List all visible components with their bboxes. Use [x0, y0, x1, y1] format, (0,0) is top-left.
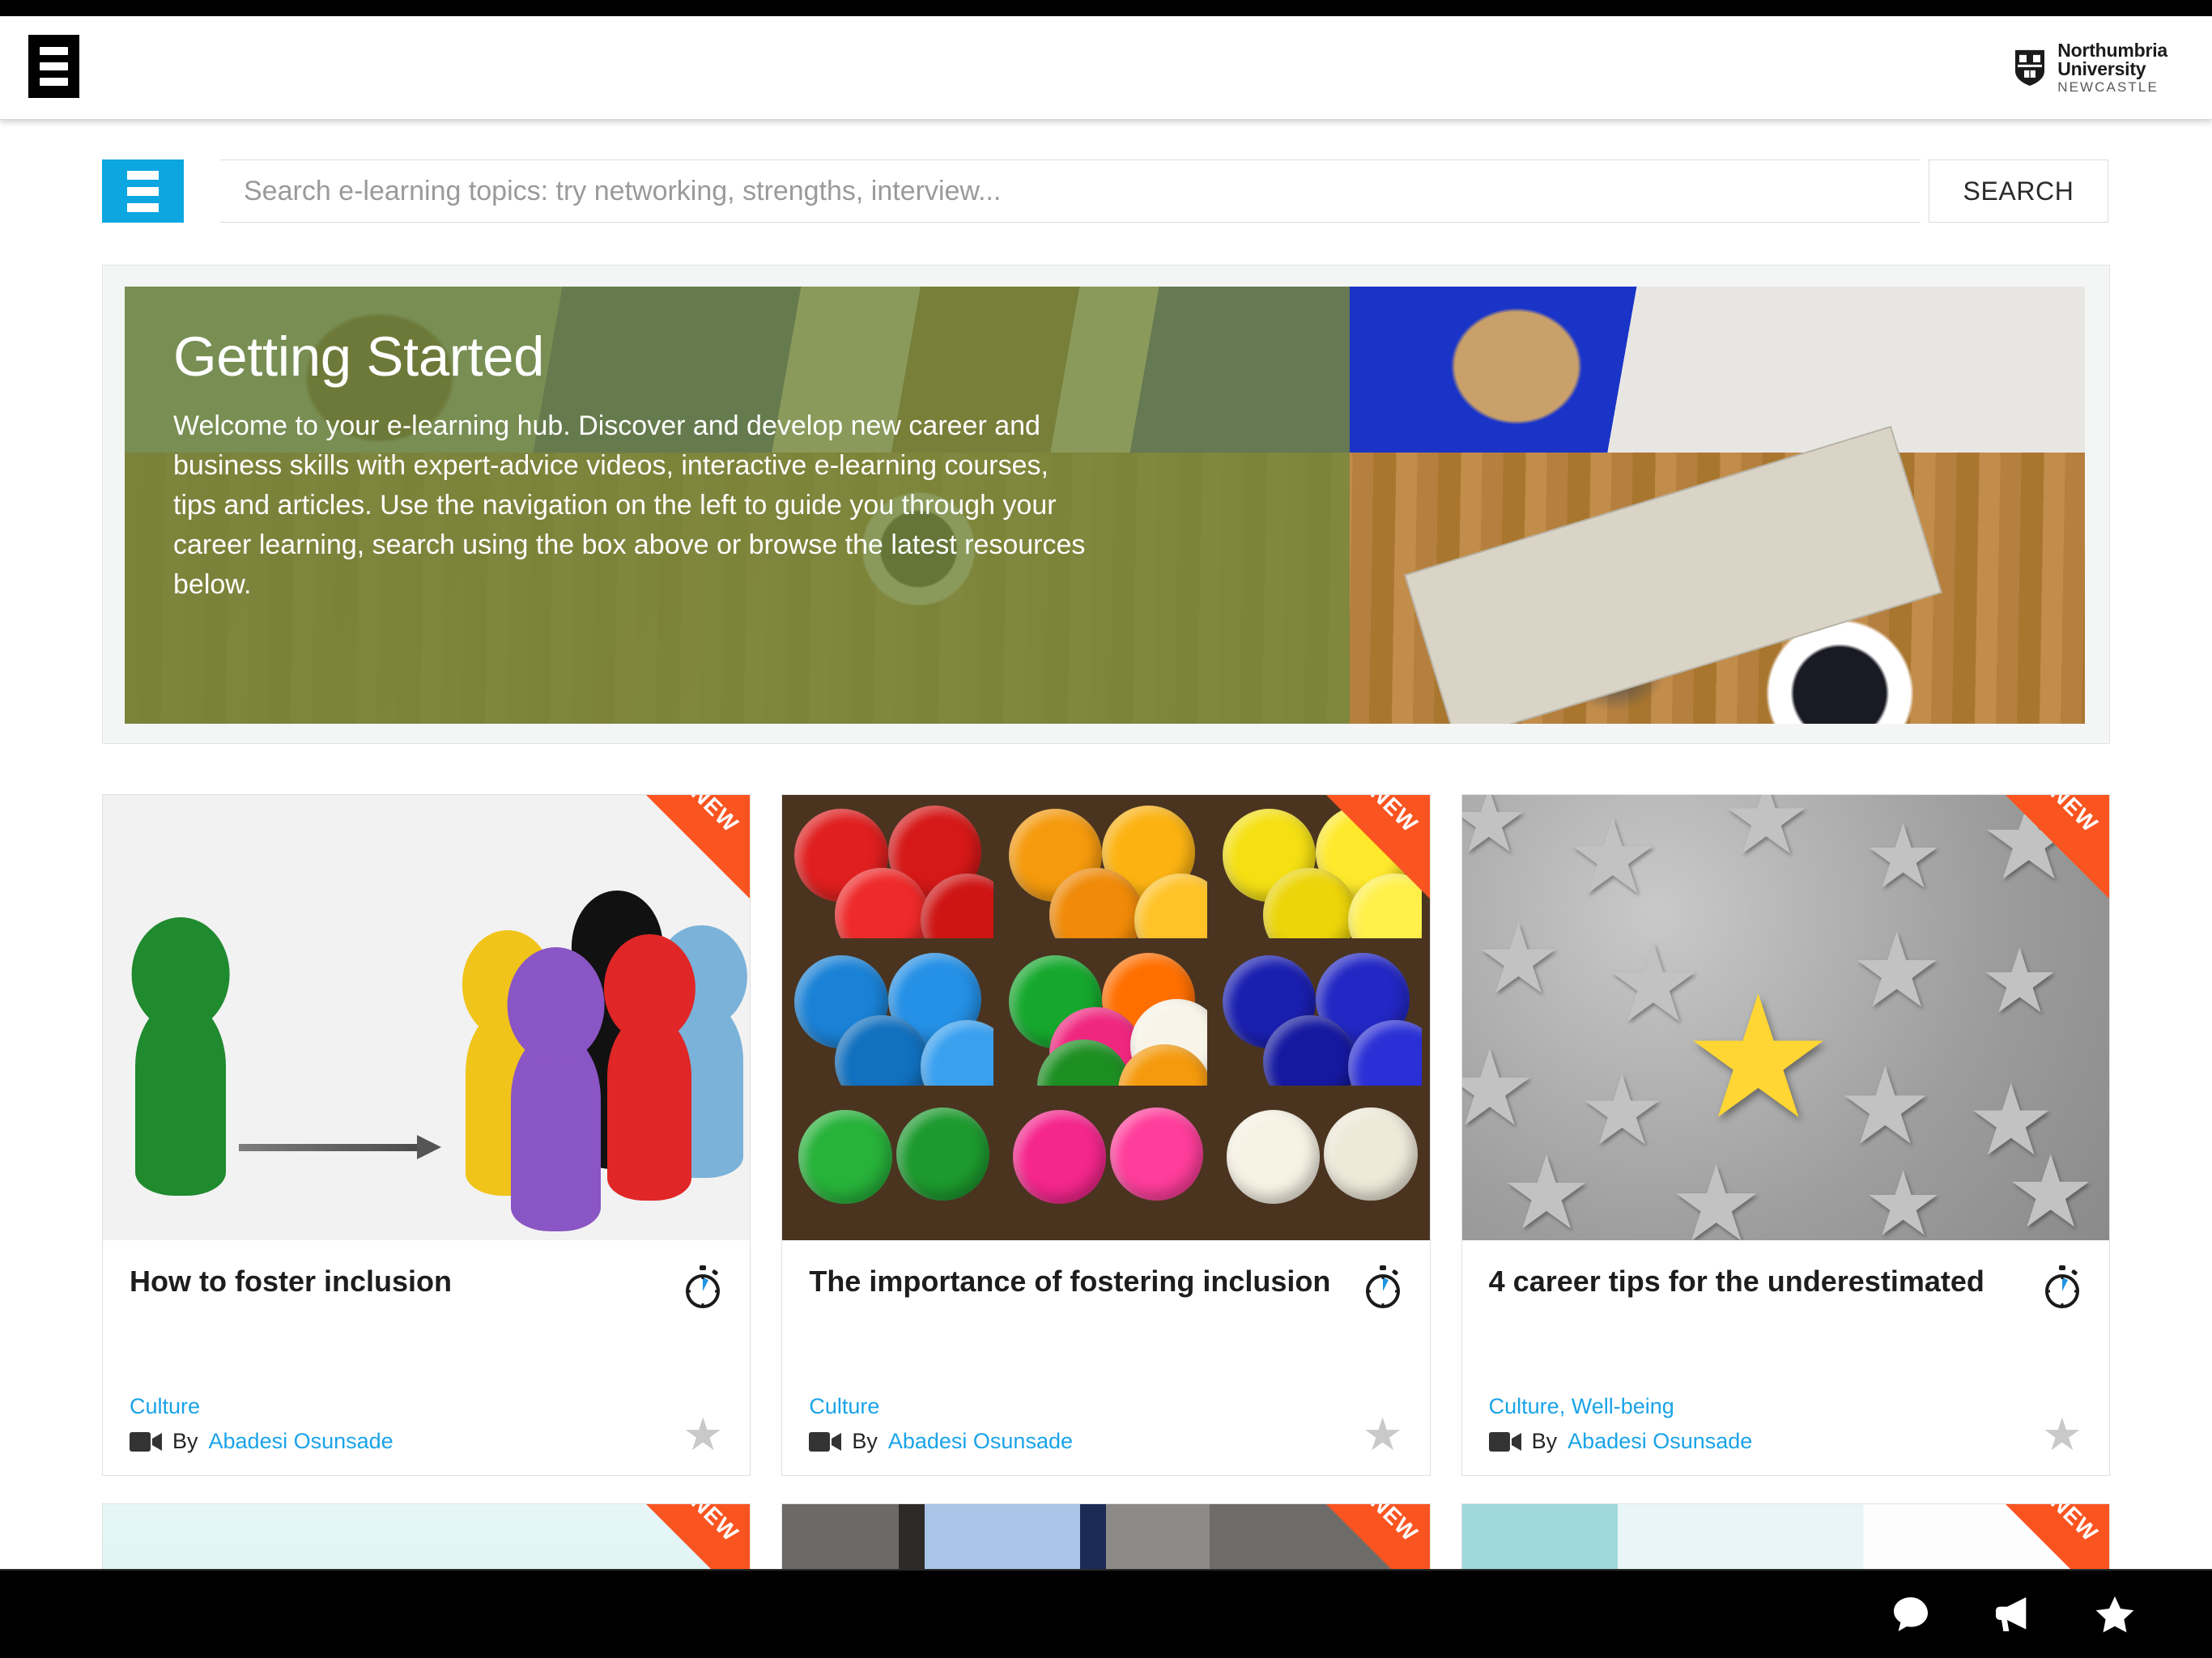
card-footer: Culture By Abadesi Osunsade ★: [130, 1394, 723, 1457]
ball-bin: [1005, 803, 1208, 939]
video-camera-icon: [130, 1431, 162, 1452]
card-tags[interactable]: Culture, Well-being: [1489, 1394, 2082, 1419]
card-image-sorted-balls: NEW: [782, 795, 1430, 1240]
card-body: 4 career tips for the underestimated Cul…: [1462, 1240, 2109, 1475]
byline-prefix: By: [172, 1429, 198, 1453]
card-title: The importance of fostering inclusion: [809, 1265, 1331, 1298]
stopwatch-icon: [686, 1265, 721, 1308]
ball-bin: [790, 1097, 993, 1232]
resource-card[interactable]: ★ ★ ★ ★ ★ ★ ★ ★ ★ ★ ★ ★ ★ ★ ★ ★ ★ ★ NEW …: [1461, 794, 2110, 1476]
resource-card[interactable]: NEW How to foster inclusion Culture By A…: [102, 794, 751, 1476]
ball-bin: [1219, 950, 1422, 1086]
card-body: How to foster inclusion Culture By Abade…: [103, 1240, 750, 1475]
search-button[interactable]: SEARCH: [1929, 159, 2108, 223]
ball-bin: [1005, 1097, 1207, 1232]
new-badge: NEW: [2005, 1504, 2109, 1577]
hero-banner-frame: Getting Started Welcome to your e-learni…: [102, 265, 2110, 744]
stopwatch-icon: [1365, 1265, 1400, 1308]
new-badge: NEW: [1325, 1504, 1430, 1577]
card-author[interactable]: Abadesi Osunsade: [1568, 1429, 1752, 1454]
card-tags[interactable]: Culture: [809, 1394, 1402, 1419]
card-byline: By Abadesi Osunsade: [1488, 1429, 2082, 1454]
top-black-bar: [0, 0, 2212, 16]
star-icon[interactable]: ★: [683, 1412, 723, 1457]
resource-card-grid: NEW How to foster inclusion Culture By A…: [102, 794, 2110, 1476]
new-badge: NEW: [646, 795, 751, 899]
card-author[interactable]: Abadesi Osunsade: [209, 1429, 393, 1454]
logo-line-1: Northumbria: [2057, 39, 2167, 61]
ribbon-triangle: [646, 795, 751, 899]
ball-bin: [1005, 950, 1208, 1086]
hero-title: Getting Started: [173, 325, 545, 388]
new-badge-label: NEW: [2045, 1504, 2103, 1546]
site-header: Northumbria University NEWCASTLE: [0, 16, 2212, 120]
hamburger-bar: [40, 62, 68, 70]
new-badge-label: NEW: [687, 795, 744, 837]
card-title: 4 career tips for the underestimated: [1488, 1265, 1984, 1298]
hamburger-menu-icon[interactable]: [28, 35, 79, 98]
university-crest-icon: [2015, 49, 2045, 86]
card-byline: By Abadesi Osunsade: [130, 1429, 723, 1454]
byline-prefix: By: [852, 1429, 878, 1453]
logo-line-2: University: [2057, 57, 2146, 79]
resource-card[interactable]: NEW The importance of fostering inclusio…: [781, 794, 1431, 1476]
card-footer: Culture By Abadesi Osunsade ★: [809, 1394, 1403, 1457]
hero-description: Welcome to your e-learning hub. Discover…: [173, 410, 1086, 601]
card-author[interactable]: Abadesi Osunsade: [888, 1429, 1073, 1454]
card-image-teal-gradient: NEW: [1461, 1504, 2109, 1577]
hamburger-bar: [40, 78, 68, 86]
resource-card[interactable]: NEW: [781, 1503, 1431, 1578]
video-camera-icon: [809, 1431, 842, 1452]
card-title: How to foster inclusion: [130, 1265, 453, 1298]
new-badge: NEW: [646, 1504, 751, 1577]
megaphone-icon[interactable]: [1990, 1592, 2035, 1637]
card-tags[interactable]: Culture: [130, 1394, 723, 1419]
card-footer: Culture, Well-being By Abadesi Osunsade …: [1488, 1394, 2082, 1457]
university-logo[interactable]: Northumbria University NEWCASTLE: [2014, 39, 2167, 96]
hamburger-bar: [40, 47, 68, 55]
search-input[interactable]: [220, 159, 1921, 223]
highlighted-yellow-star: ★: [1682, 963, 1835, 1153]
star-icon[interactable]: [2092, 1592, 2138, 1637]
new-badge-label: NEW: [687, 1504, 744, 1546]
ball-bin: [1219, 1097, 1421, 1232]
video-camera-icon: [1488, 1431, 1521, 1452]
hero-overlay: Getting Started Welcome to your e-learni…: [125, 287, 1351, 724]
card-body: The importance of fostering inclusion Cu…: [782, 1240, 1429, 1475]
ball-bin: [1219, 803, 1422, 939]
search-bar: SEARCH: [0, 159, 2212, 223]
filter-bar: [127, 170, 159, 180]
card-image-game-pawns: NEW: [103, 795, 751, 1240]
filter-bar: [127, 186, 159, 196]
star-icon[interactable]: ★: [1362, 1412, 1402, 1457]
ribbon-triangle: [646, 1504, 751, 1577]
filter-bar: [127, 202, 159, 212]
ribbon-triangle: [1325, 1504, 1430, 1577]
byline-prefix: By: [1531, 1429, 1558, 1453]
stopwatch-icon: [2044, 1265, 2079, 1308]
speech-bubble-icon[interactable]: [1888, 1592, 1933, 1637]
new-badge-label: NEW: [1366, 1504, 1423, 1546]
card-image-pale-cyan: NEW: [103, 1504, 751, 1577]
ball-bin: [790, 803, 993, 939]
card-image-business-people: NEW: [782, 1504, 1430, 1577]
resource-card[interactable]: NEW: [102, 1503, 751, 1578]
ball-bin: [790, 950, 993, 1086]
logo-line-3: NEWCASTLE: [2057, 79, 2159, 96]
filter-menu-icon[interactable]: [102, 159, 184, 223]
resource-card[interactable]: NEW: [1461, 1503, 2110, 1578]
card-byline: By Abadesi Osunsade: [809, 1429, 1402, 1454]
card-image-stars: ★ ★ ★ ★ ★ ★ ★ ★ ★ ★ ★ ★ ★ ★ ★ ★ ★ ★ NEW: [1461, 795, 2109, 1240]
hero-banner: Getting Started Welcome to your e-learni…: [125, 287, 2085, 724]
site-footer: [0, 1569, 2212, 1658]
resource-card-grid-next-row: NEW NEW NEW: [102, 1503, 2110, 1578]
ribbon-triangle: [2005, 1504, 2109, 1577]
arrow-icon: [238, 1135, 441, 1159]
star-icon[interactable]: ★: [2042, 1412, 2082, 1457]
